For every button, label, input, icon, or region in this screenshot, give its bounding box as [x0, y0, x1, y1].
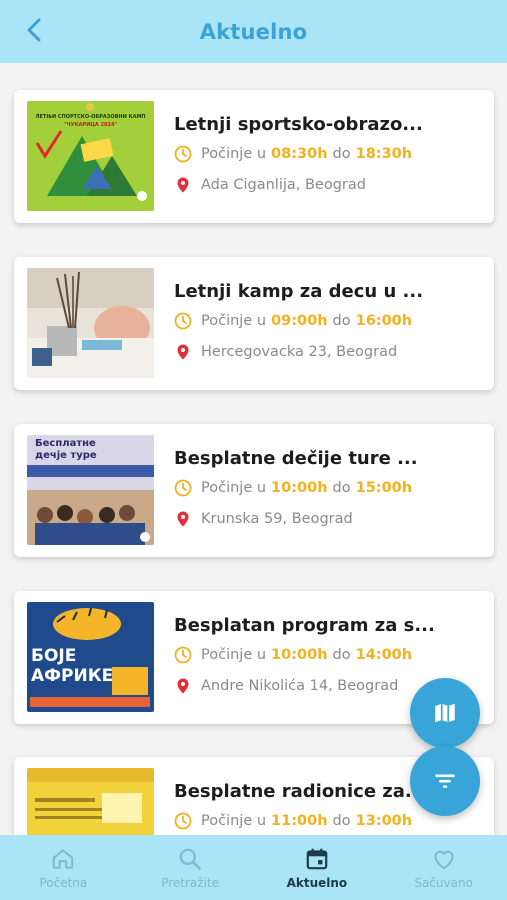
page-title: Aktuelno: [199, 19, 308, 44]
nav-item-home[interactable]: Početna: [0, 835, 127, 900]
event-time: Počinje u 08:30h do 18:30h: [174, 145, 417, 163]
event-thumbnail: ЛЕТЊИ СПОРТСКО-ОБРАЗОВНИ КАМП "ЧУКАРИЦА …: [27, 101, 154, 211]
event-title: Besplatne dečije ture ...: [174, 448, 418, 469]
filter-icon: [435, 774, 455, 788]
end-time: 16:00h: [355, 313, 413, 329]
location-text: Krunska 59, Beograd: [201, 511, 353, 527]
event-time: Počinje u 10:00h do 14:00h: [174, 646, 417, 664]
event-card[interactable]: ЛЕТЊИ СПОРТСКО-ОБРАЗОВНИ КАМП "ЧУКАРИЦА …: [14, 90, 494, 223]
location-text: Ada Ciganlija, Beograd: [201, 177, 366, 193]
event-time: Počinje u 11:00h do 13:00h: [174, 812, 417, 830]
filter-button[interactable]: [410, 746, 480, 816]
event-thumbnail: [27, 768, 154, 835]
event-thumbnail: БОЈЕ АФРИКЕ: [27, 602, 154, 712]
location-text: Andre Nikolića 14, Beograd: [201, 678, 399, 694]
start-time: 08:30h: [271, 146, 328, 162]
event-thumbnail: [27, 268, 154, 378]
end-time: 15:00h: [355, 480, 413, 496]
thumb-caption: ЛЕТЊИ СПОРТСКО-ОБРАЗОВНИ КАМП: [35, 114, 146, 120]
bottom-navigation: Početna Pretražite Aktuelno Sačuvano: [0, 835, 507, 900]
nav-item-current[interactable]: Aktuelno: [254, 835, 381, 900]
nav-label: Aktuelno: [286, 875, 348, 890]
event-card[interactable]: Бесплатне дечје туре Besplatne dečije tu…: [14, 424, 494, 557]
time-separator: do: [332, 313, 351, 329]
thumb-caption: БОЈЕ: [31, 646, 77, 666]
end-time: 13:00h: [355, 813, 413, 829]
time-prefix: Počinje u: [201, 647, 267, 663]
back-button[interactable]: [18, 14, 50, 46]
chevron-left-icon: [27, 18, 41, 42]
end-time: 18:30h: [355, 146, 413, 162]
start-time: 10:00h: [271, 480, 328, 496]
nav-item-saved[interactable]: Sačuvano: [380, 835, 507, 900]
nav-item-search[interactable]: Pretražite: [127, 835, 254, 900]
thumb-caption: "ЧУКАРИЦА 2024": [63, 122, 118, 128]
time-separator: do: [332, 480, 351, 496]
nav-label: Sačuvano: [414, 875, 473, 890]
map-view-button[interactable]: [410, 678, 480, 748]
event-location: Ada Ciganlija, Beograd: [174, 176, 366, 194]
start-time: 09:00h: [271, 313, 328, 329]
location-pin-icon: [177, 344, 189, 360]
time-separator: do: [332, 146, 351, 162]
event-thumbnail: Бесплатне дечје туре: [27, 435, 154, 545]
clock-icon: [174, 479, 192, 497]
heart-icon: [433, 850, 454, 869]
location-text: Hercegovacka 23, Beograd: [201, 344, 398, 360]
event-location: Hercegovacka 23, Beograd: [174, 343, 397, 361]
event-title: Letnji kamp za decu u ...: [174, 281, 424, 302]
start-time: 10:00h: [271, 647, 328, 663]
clock-icon: [174, 812, 192, 830]
app-header: Aktuelno: [0, 0, 507, 63]
time-prefix: Počinje u: [201, 146, 267, 162]
clock-icon: [174, 145, 192, 163]
location-pin-icon: [177, 177, 189, 193]
nav-label: Pretražite: [161, 875, 220, 890]
location-pin-icon: [177, 511, 189, 527]
thumb-caption: дечје туре: [35, 450, 97, 461]
event-time: Počinje u 09:00h do 16:00h: [174, 312, 417, 330]
time-prefix: Počinje u: [201, 813, 267, 829]
thumb-caption: АФРИКЕ: [31, 666, 114, 686]
event-location: Krunska 59, Beograd: [174, 510, 353, 528]
location-pin-icon: [177, 678, 189, 694]
clock-icon: [174, 646, 192, 664]
calendar-icon: [306, 848, 328, 869]
map-icon: [435, 703, 455, 723]
clock-icon: [174, 312, 192, 330]
event-title: Letnji sportsko-obrazo...: [174, 114, 423, 135]
time-prefix: Počinje u: [201, 313, 267, 329]
thumb-caption: Бесплатне: [35, 438, 96, 449]
end-time: 14:00h: [355, 647, 413, 663]
event-title: Besplatan program za s...: [174, 615, 435, 636]
event-time: Počinje u 10:00h do 15:00h: [174, 479, 417, 497]
event-location: Andre Nikolića 14, Beograd: [174, 677, 398, 695]
start-time: 11:00h: [271, 813, 328, 829]
time-separator: do: [332, 813, 351, 829]
home-icon: [53, 848, 74, 869]
nav-label: Početna: [39, 875, 88, 890]
search-icon: [179, 848, 202, 870]
event-card[interactable]: Letnji kamp za decu u ... Počinje u 09:0…: [14, 257, 494, 390]
time-prefix: Počinje u: [201, 480, 267, 496]
time-separator: do: [332, 647, 351, 663]
